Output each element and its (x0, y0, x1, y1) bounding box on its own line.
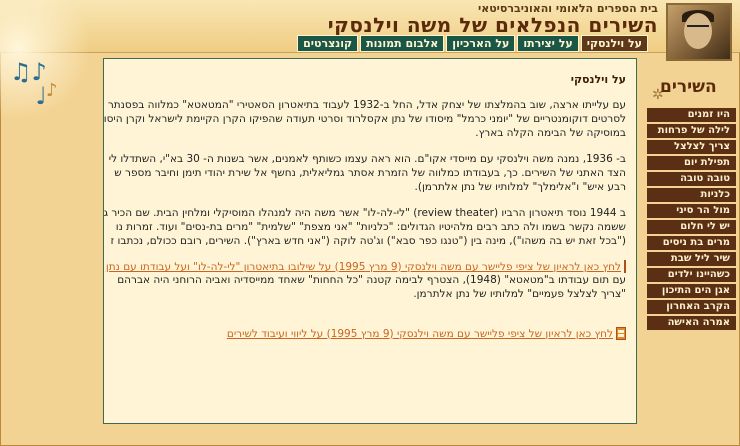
sidebar-item-song[interactable]: צריך לצלצל פעמיים (647, 140, 736, 166)
paragraph: ב 1944 נוסד תיאטרון הרביו (review theate… (103, 206, 626, 248)
site-header: ♪♫ ♩ ♪ בית הספרים הלאומי והאוניברסיטאי הש… (0, 0, 740, 120)
tab-about-wilensky[interactable]: על וילנסקי (580, 35, 648, 52)
sidebar-item-song[interactable]: מול הר סיני (647, 204, 736, 218)
content-panel[interactable]: על וילנסקי עם עלייתו ארצה, שוב בהמלצתו ש… (103, 58, 637, 424)
sidebar-item-song[interactable]: אמרה האישה (647, 316, 736, 330)
interview-link-lilalo[interactable]: לחץ כאן לראיון של ציפי פליישר עם משה ויל… (106, 261, 621, 273)
paragraph-line: הצד האתני של השירים. כך, בעבודתו כמלווה … (114, 167, 626, 179)
tab-about-archive[interactable]: על הארכיון (446, 35, 516, 52)
tab-photo-album[interactable]: אלבום תמונות (360, 35, 445, 52)
paragraph-line: ב- 1936, נמנה משה וילנסקי עם מייסדי אקו"… (108, 153, 626, 165)
sidebar-item-song[interactable]: כלניות (647, 188, 736, 202)
music-notes-icon: ♪♫ ♩ (10, 58, 47, 110)
music-note-icon: ♪ (46, 80, 58, 101)
tab-concerts[interactable]: קונצרטים (297, 35, 359, 52)
sidebar-item-song[interactable]: היו זמנים (647, 108, 736, 122)
composer-portrait (666, 3, 732, 61)
sidebar-item-song[interactable]: מרים בת ניסים (647, 236, 736, 250)
paragraph-line: ("בכל זאת יש בה משהו"), מינה בין ("טנגו … (110, 235, 626, 247)
paragraph-line: עם עלייתו ארצה, שוב בהמלצתו של יצחק אדל,… (107, 99, 626, 111)
film-icon (624, 260, 632, 273)
tab-about-work[interactable]: על יצירתו (517, 35, 579, 52)
top-nav-tabs: על וילנסקי על יצירתו על הארכיון אלבום תמ… (297, 35, 648, 52)
paragraph-line: לסרטים דוקומנטריים של "יומני כרמל" מיסוד… (103, 113, 626, 125)
paragraph-line: ב 1944 נוסד תיאטרון הרביו (review theate… (103, 207, 626, 219)
songs-menu: היו זמנים לילה של פרחות צריך לצלצל פעמיי… (647, 108, 736, 330)
sidebar-item-song[interactable]: כשהיינו ילדים (647, 268, 736, 282)
interview-link-arrangement[interactable]: לחץ כאן לראיון של ציפי פליישר עם משה ויל… (227, 328, 613, 340)
section-title: על וילנסקי (570, 73, 626, 86)
sidebar-title: השירים (660, 77, 717, 97)
sidebar-item-song[interactable]: אגן הים התיכון (647, 284, 736, 298)
paragraph: ב- 1936, נמנה משה וילנסקי עם מייסדי אקו"… (108, 152, 626, 194)
site-title[interactable]: השירים הנפלאים של משה וילנסקי (328, 13, 658, 37)
paragraph-line: "צריך לצלצל פעמיים" למלותיו של נתן אלתרמ… (413, 288, 626, 300)
paragraph: עם תום עבודתו ב"מטאטא" (1948), הצטרף לבי… (112, 273, 626, 301)
sidebar-item-song[interactable]: לילה של פרחות (647, 124, 736, 138)
sidebar-item-song[interactable]: תפילת יום ההולדת (647, 156, 736, 182)
paragraph-line: ששמה נקשר בשמו ולה כתב רבים מלהיטיו הגדו… (115, 221, 626, 233)
paragraph-line: רבע איש" ו"אלימלך" למלותיו של נתן אלתרמן… (414, 181, 626, 193)
paragraph-line: עם תום עבודתו ב"מטאטא" (1948), הצטרף לבי… (117, 274, 626, 286)
paragraph-line: במוסיקה של הבימה הקלה בארץ. (475, 127, 626, 139)
paragraph: עם עלייתו ארצה, שוב בהמלצתו של יצחק אדל,… (103, 98, 626, 140)
sidebar-item-song[interactable]: הקרב האחרון (647, 300, 736, 314)
sidebar-item-song[interactable]: יש לי חלום (647, 220, 736, 234)
sidebar-item-song[interactable]: טובה טובה (647, 172, 736, 186)
film-icon (616, 327, 626, 340)
interview-link-row: לחץ כאן לראיון של ציפי פליישר עם משה ויל… (112, 327, 626, 340)
interview-link-row: לחץ כאן לראיון של ציפי פליישר עם משה ויל… (106, 260, 632, 273)
sidebar-item-song[interactable]: שיר ליל שבת (647, 252, 736, 266)
